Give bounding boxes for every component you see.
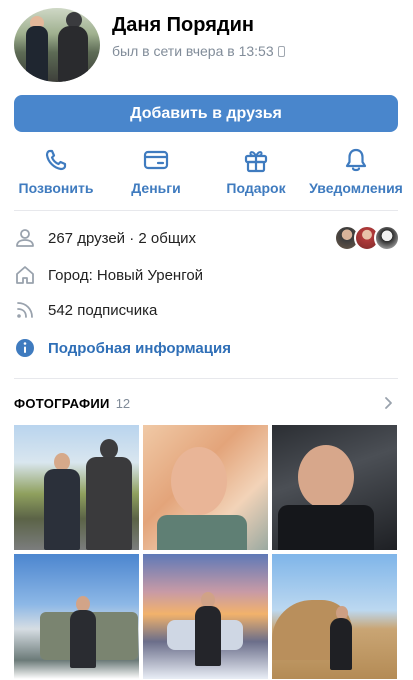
photos-title: ФОТОГРАФИИ: [14, 395, 110, 411]
photo-thumbnail[interactable]: [14, 425, 139, 550]
home-icon: [16, 266, 34, 284]
rss-icon: [17, 302, 33, 318]
details-link[interactable]: Подробная информация: [48, 340, 231, 357]
money-label: Деньги: [131, 180, 181, 196]
online-status: был в сети вчера в 13:53: [112, 43, 285, 59]
city-text: Город: Новый Уренгой: [48, 266, 204, 284]
photo-thumbnail[interactable]: [272, 554, 397, 679]
profile-header: Даня Порядин был в сети вчера в 13:53: [14, 8, 404, 82]
gift-label: Подарок: [226, 180, 286, 196]
friend-avatar: [374, 225, 400, 251]
money-button[interactable]: Деньги: [106, 146, 206, 196]
city-row: Город: Новый Уренгой: [14, 262, 400, 288]
friends-row[interactable]: 267 друзей · 2 общих: [14, 225, 400, 251]
notifications-label: Уведомления: [309, 180, 403, 196]
bell-icon: [345, 148, 367, 172]
phone-icon: [45, 149, 67, 171]
gift-button[interactable]: Подарок: [206, 146, 306, 196]
followers-count: 542 подписчика: [48, 301, 158, 319]
photos-header[interactable]: ФОТОГРАФИИ 12: [14, 393, 400, 413]
call-button[interactable]: Позвонить: [6, 146, 106, 196]
photo-thumbnail[interactable]: [272, 425, 397, 550]
notifications-button[interactable]: Уведомления: [306, 146, 406, 196]
chevron-right-icon[interactable]: [380, 395, 396, 411]
mobile-icon: [277, 45, 285, 57]
photos-count: 12: [115, 395, 131, 411]
action-bar: Позвонить Деньги Подарок Уведомления: [0, 146, 413, 202]
divider: [14, 210, 398, 211]
friends-count: 267 друзей · 2 общих: [48, 229, 197, 247]
photo-thumbnail[interactable]: [14, 554, 139, 679]
details-row[interactable]: Подробная информация: [14, 335, 400, 361]
money-icon: [143, 150, 169, 170]
divider: [14, 378, 398, 379]
online-status-text: был в сети вчера в 13:53: [112, 43, 274, 59]
info-icon: [16, 339, 34, 357]
add-friend-button[interactable]: Добавить в друзья: [14, 95, 398, 132]
call-label: Позвонить: [18, 180, 94, 196]
photo-thumbnail[interactable]: [143, 554, 268, 679]
photo-thumbnail[interactable]: [143, 425, 268, 550]
avatar[interactable]: [14, 8, 100, 82]
person-icon: [16, 229, 34, 247]
profile-name: Даня Порядин: [112, 14, 254, 36]
gift-icon: [244, 151, 268, 173]
mutual-friends-avatars[interactable]: [334, 225, 400, 251]
followers-row[interactable]: 542 подписчика: [14, 297, 400, 323]
